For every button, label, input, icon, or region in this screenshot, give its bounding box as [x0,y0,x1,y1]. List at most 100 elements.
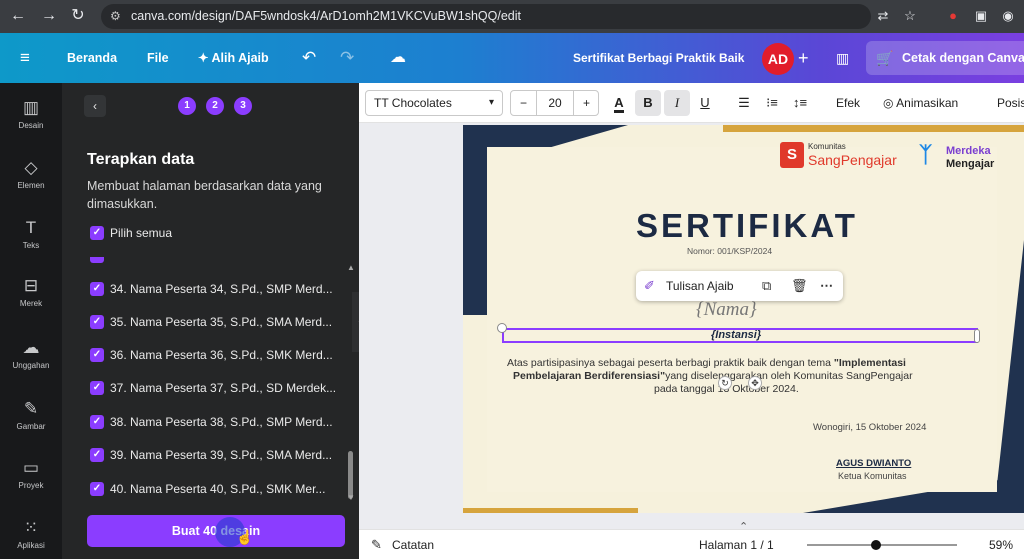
position-button[interactable]: Posisi [997,90,1024,116]
text-selection-box[interactable] [502,328,978,343]
body-line-1-text: Atas partisipasinya sebagai peserta berb… [507,357,834,369]
resize-handle[interactable] [497,323,507,333]
magic-write-button[interactable]: Tulisan Ajaib [666,271,734,301]
scroll-down-icon[interactable]: ▼ [347,493,355,502]
underline-button[interactable]: U [693,90,717,116]
logo-merdeka-line1: Merdeka [946,145,991,157]
side-rail: ▥ Desain ◇ Elemen T Teks ⊟ Merek ☁ Unggahan ✎… [0,83,62,559]
camera-icon[interactable]: ▣ [971,6,991,26]
home-link[interactable]: Beranda [67,33,117,83]
bold-button[interactable]: B [635,90,661,116]
trash-icon[interactable]: 🗑 [791,271,808,301]
font-size-input[interactable]: 20 [537,91,573,115]
bottom-bar: ✎ Catatan ⌃ Halaman 1 / 1 59% [359,521,1024,559]
brand-icon: ⊟ [23,276,39,295]
bookmark-star-icon[interactable]: ☆ [900,6,920,26]
file-menu[interactable]: File [147,33,169,83]
layout-icon: ▥ [22,98,40,117]
add-collaborator-icon[interactable]: + [798,33,809,83]
zoom-percent[interactable]: 59% [989,530,1013,559]
hamburger-icon[interactable]: ≡ [20,33,30,83]
extension-icon[interactable]: ● [943,6,963,26]
redo-icon[interactable]: ↷ [340,33,354,83]
rail-item-apps[interactable]: ⁙ Aplikasi [0,513,62,559]
animate-label: Animasikan [896,96,959,110]
rail-item-design[interactable]: ▥ Desain [0,93,62,141]
list-checkbox[interactable]: ✓ [90,482,104,496]
browser-bar: ← → ↻ ⚙ canva.com/design/DAF5wndosk4/ArD… [0,0,1024,33]
profile-icon[interactable]: ◉ [998,6,1018,26]
body-line-1: Atas partisipasinya sebagai peserta berb… [507,357,906,369]
rail-label: Merek [19,299,43,308]
list-icon[interactable]: ⁝≡ [761,90,783,116]
floating-toolbar: ✐ Tulisan Ajaib ⧉ 🗑 ⋯ [636,271,843,301]
increase-size-button[interactable]: + [573,91,599,115]
effects-button[interactable]: Efek [833,90,863,116]
rail-label: Desain [18,121,44,130]
apps-icon: ⁙ [23,518,39,537]
sangpengajar-logo-icon: S [780,142,804,168]
avatar[interactable]: AD [762,43,794,75]
step-indicator-3: 3 [234,97,252,115]
rotate-icon[interactable]: ↻ [718,376,732,390]
list-item: 34. Nama Peserta 34, S.Pd., SMP Merd... [110,282,333,296]
list-item: 35. Nama Peserta 35, S.Pd., SMA Merd... [110,315,333,329]
url-text: canva.com/design/DAF5wndosk4/ArD1omh2M1V… [131,9,521,23]
merdeka-logo-icon: ᛉ [919,142,933,167]
magic-switch-label: Alih Ajaib [211,51,269,65]
forward-arrow-icon[interactable]: → [38,5,60,27]
back-arrow-icon[interactable]: ← [7,5,29,27]
zoom-slider-knob[interactable] [871,540,881,550]
list-checkbox[interactable]: ✓ [90,315,104,329]
animate-button[interactable]: ◎ Animasikan [883,90,975,116]
spacing-icon[interactable]: ↕≡ [789,90,811,116]
align-center-icon[interactable]: ☰ [733,90,755,116]
list-checkbox[interactable]: ✓ [90,348,104,362]
rail-item-uploads[interactable]: ☁ Unggahan [0,333,62,381]
address-bar[interactable]: ⚙ canva.com/design/DAF5wndosk4/ArD1omh2M… [101,4,871,29]
certificate-page[interactable]: S Komunitas SangPengajar ᛉ Merdeka Menga… [463,125,1024,513]
font-family-select[interactable]: TT Chocolates ▾ [365,90,503,116]
reload-icon[interactable]: ↻ [67,5,89,27]
list-checkbox[interactable]: ✓ [90,282,104,296]
rail-label: Teks [22,241,40,250]
duplicate-icon[interactable]: ⧉ [762,271,771,301]
rail-item-elements[interactable]: ◇ Elemen [0,153,62,201]
list-checkbox[interactable]: ✓ [90,415,104,429]
list-checkbox[interactable]: ✓ [90,381,104,395]
zoom-slider-track[interactable] [807,544,957,546]
animate-icon: ◎ [883,96,897,110]
panel-scrollbar[interactable] [348,451,353,499]
step-indicator-2: 2 [206,97,224,115]
rail-label: Gambar [16,422,46,431]
rail-item-projects[interactable]: ▭ Proyek [0,453,62,501]
print-with-canva-button[interactable]: 🛒 Cetak dengan Canva [866,41,1024,75]
analytics-icon[interactable]: ▥ [836,33,849,83]
rail-item-brand[interactable]: ⊟ Merek [0,271,62,319]
scroll-up-icon[interactable]: ▲ [347,263,355,272]
design-title[interactable]: Sertifikat Berbagi Praktik Baik [573,33,744,83]
rail-item-text[interactable]: T Teks [0,213,62,261]
notes-button[interactable]: Catatan [392,530,434,559]
rail-item-draw[interactable]: ✎ Gambar [0,394,62,442]
undo-icon[interactable]: ↶ [302,33,316,83]
step-indicator-1: 1 [178,97,196,115]
panel-description: Membuat halaman berdasarkan data yang di… [87,179,322,211]
site-settings-icon[interactable]: ⚙ [110,4,121,29]
page-indicator[interactable]: Halaman 1 / 1 [699,530,774,559]
list-checkbox[interactable]: ✓ [90,448,104,462]
decrease-size-button[interactable]: − [511,91,537,115]
name-placeholder[interactable]: {Nama} [696,299,757,321]
cloud-saved-icon[interactable]: ☁ [390,33,406,83]
folder-icon: ▭ [22,458,40,477]
move-icon[interactable]: ✥ [748,376,762,390]
resize-handle[interactable] [974,329,980,343]
text-color-icon[interactable]: A [607,90,631,116]
select-all-checkbox[interactable]: ✓ [90,226,104,240]
magic-switch-button[interactable]: ✦ Alih Ajaib [198,33,269,83]
list-checkbox-partial[interactable] [90,257,104,263]
back-chevron-icon[interactable]: ‹ [84,95,106,117]
translate-icon[interactable]: ⇄ [873,6,893,26]
more-options-icon[interactable]: ⋯ [820,271,833,301]
italic-button[interactable]: I [664,90,690,116]
